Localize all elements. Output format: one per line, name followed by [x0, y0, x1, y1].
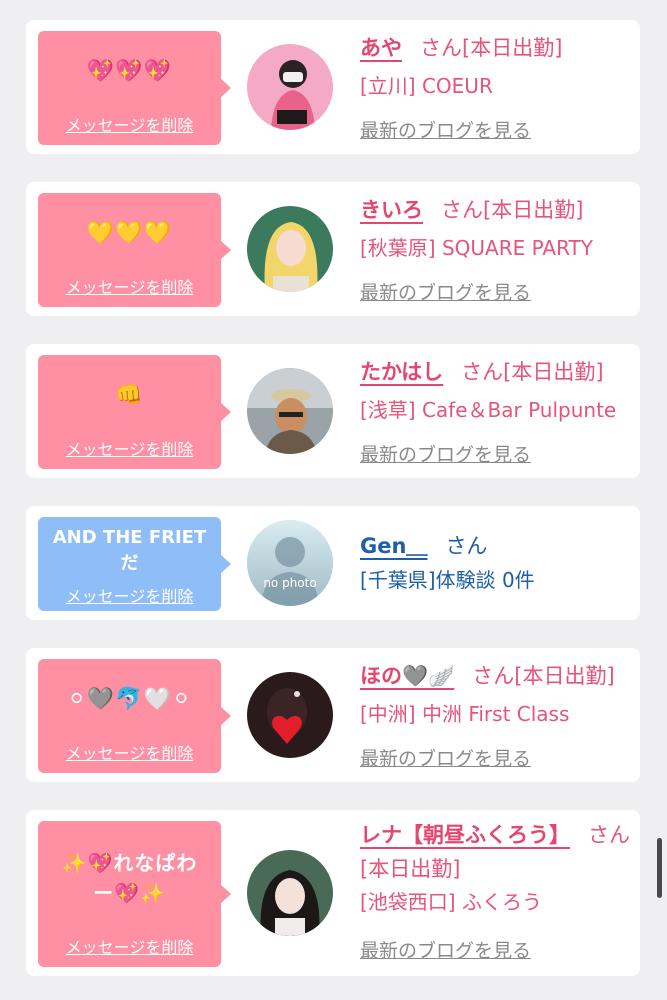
avatar[interactable] — [247, 672, 333, 758]
profile-info: たかはし さん[本日出勤] [浅草] Cafe＆Bar Pulpunte — [360, 356, 630, 426]
message-bubble: AND THE FRIETだ メッセージを削除 — [38, 517, 231, 611]
shop-label: [千葉県]体験談 0件 — [360, 568, 535, 592]
message-text: 💖💖💖 — [86, 58, 173, 84]
message-text: 💛💛💛 — [86, 220, 173, 246]
shop-label: [池袋西口] ふくろう — [360, 890, 542, 914]
status-badge: [本日出勤] — [503, 360, 604, 384]
message-text: ⚪🩶🐬🤍⚪ — [67, 686, 192, 712]
message-text: ✨💖れなぱわー💖✨ — [61, 850, 198, 905]
status-badge: [本日出勤] — [514, 664, 615, 688]
delete-message-link[interactable]: メッセージを削除 — [66, 740, 194, 764]
message-text: AND THE FRIETだ — [52, 527, 207, 574]
delete-message-link[interactable]: メッセージを削除 — [66, 112, 194, 136]
profile-info: きいろ さん[本日出勤] [秋葉原] SQUARE PARTY — [360, 194, 630, 264]
delete-message-link[interactable]: メッセージを削除 — [66, 583, 194, 607]
message-card: ✨💖れなぱわー💖✨ メッセージを削除 レナ【朝昼ふくろう】 さん[本日出勤] [池… — [26, 810, 640, 976]
latest-blog-link[interactable]: 最新のブログを見る — [360, 936, 531, 963]
avatar[interactable] — [247, 44, 333, 130]
message-card: 💛💛💛 メッセージを削除 きいろ さん[本日出勤] [秋葉原] SQUARE PA… — [26, 182, 640, 316]
profile-info: あや さん[本日出勤] [立川] COEUR — [360, 32, 630, 102]
profile-name-link[interactable]: あや — [360, 36, 402, 60]
delete-message-link[interactable]: メッセージを削除 — [66, 274, 194, 298]
message-bubble: ✨💖れなぱわー💖✨ メッセージを削除 — [38, 821, 231, 967]
shop-label: [中洲] 中洲 First Class — [360, 702, 570, 726]
status-badge: [本日出勤] — [483, 198, 584, 222]
message-bubble: 💖💖💖 メッセージを削除 — [38, 31, 231, 145]
message-card: ⚪🩶🐬🤍⚪ メッセージを削除 ほの🩶🪽 さん[本日出勤] [中洲] 中洲 Firs… — [26, 648, 640, 782]
profile-name-link[interactable]: ほの🩶🪽 — [360, 664, 454, 688]
profile-info: Gen＿ さん [千葉県]体験談 0件 — [360, 530, 630, 596]
avatar[interactable]: no photo — [247, 520, 333, 606]
message-bubble: ⚪🩶🐬🤍⚪ メッセージを削除 — [38, 659, 231, 773]
latest-blog-link[interactable]: 最新のブログを見る — [360, 440, 531, 467]
latest-blog-link[interactable]: 最新のブログを見る — [360, 744, 531, 771]
profile-name-link[interactable]: Gen＿ — [360, 534, 427, 558]
avatar[interactable] — [247, 850, 333, 936]
shop-label: [立川] COEUR — [360, 74, 493, 98]
message-text: 👊 — [115, 382, 144, 408]
message-bubble: 👊 メッセージを削除 — [38, 355, 231, 469]
scrollbar[interactable] — [657, 838, 662, 898]
delete-message-link[interactable]: メッセージを削除 — [66, 934, 194, 958]
profile-name-link[interactable]: レナ【朝昼ふくろう】 — [360, 823, 570, 847]
avatar[interactable] — [247, 368, 333, 454]
message-card: 💖💖💖 メッセージを削除 あや さん[本日出勤] [立川] COEUR 最新のブロ… — [26, 20, 640, 154]
message-bubble: 💛💛💛 メッセージを削除 — [38, 193, 231, 307]
latest-blog-link[interactable]: 最新のブログを見る — [360, 116, 531, 143]
profile-info: ほの🩶🪽 さん[本日出勤] [中洲] 中洲 First Class — [360, 660, 630, 730]
delete-message-link[interactable]: メッセージを削除 — [66, 436, 194, 460]
status-badge: [本日出勤] — [360, 857, 461, 881]
shop-label: [秋葉原] SQUARE PARTY — [360, 236, 593, 260]
latest-blog-link[interactable]: 最新のブログを見る — [360, 278, 531, 305]
profile-info: レナ【朝昼ふくろう】 さん[本日出勤] [池袋西口] ふくろう — [360, 818, 630, 918]
message-card: 👊 メッセージを削除 たかはし さん[本日出勤] [浅草] Cafe＆Bar Pu… — [26, 344, 640, 478]
message-card: AND THE FRIETだ メッセージを削除 no photo Gen＿ さん … — [26, 506, 640, 620]
profile-name-link[interactable]: たかはし — [360, 360, 443, 384]
status-badge: [本日出勤] — [462, 36, 563, 60]
profile-name-link[interactable]: きいろ — [360, 198, 423, 222]
no-photo-label: no photo — [263, 576, 317, 590]
avatar[interactable] — [247, 206, 333, 292]
shop-label: [浅草] Cafe＆Bar Pulpunte — [360, 398, 617, 422]
